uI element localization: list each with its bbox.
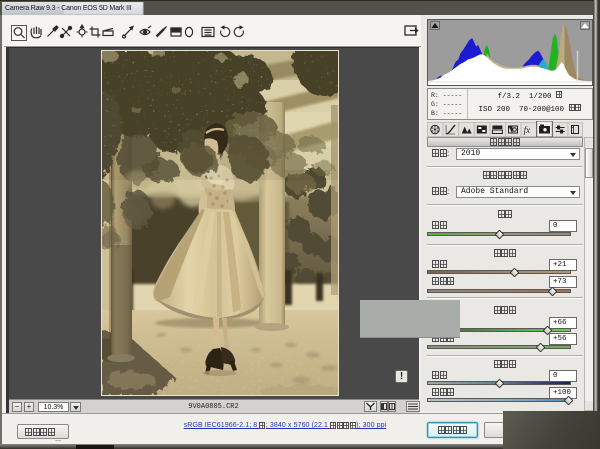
svg-text:fx: fx — [524, 125, 531, 135]
